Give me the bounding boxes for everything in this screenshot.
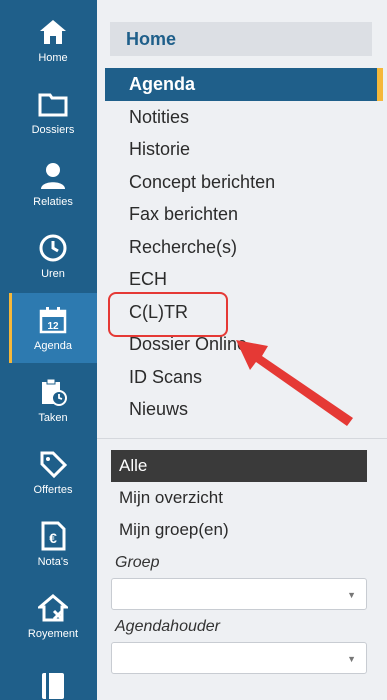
nav-item-label: Taken: [38, 412, 68, 424]
chevron-down-icon: ▼: [347, 654, 356, 664]
book-icon: [37, 670, 69, 700]
tag-icon: [37, 448, 69, 480]
svg-text:€: €: [49, 530, 57, 546]
main-nav-rail: Home Dossiers Relaties Uren 12 Agenda Ta…: [0, 0, 97, 700]
nav-item-royement[interactable]: Royement: [9, 581, 97, 651]
nav-item-agenda[interactable]: 12 Agenda: [9, 293, 97, 363]
nav-item-dossiers[interactable]: Dossiers: [9, 77, 97, 147]
menu-item-fax-berichten[interactable]: Fax berichten: [105, 198, 383, 231]
groep-select[interactable]: ▼: [111, 578, 367, 610]
svg-text:12: 12: [47, 321, 59, 332]
menu-item-ech[interactable]: ECH: [105, 263, 383, 296]
home-icon: [37, 16, 69, 48]
chevron-down-icon: ▼: [347, 590, 356, 600]
nav-item-notas[interactable]: € Nota's: [9, 509, 97, 579]
nav-item-label: Agenda: [34, 340, 72, 352]
house-x-icon: [37, 592, 69, 624]
nav-item-book[interactable]: [9, 653, 97, 700]
folder-icon: [37, 88, 69, 120]
nav-item-label: Royement: [27, 628, 79, 640]
nav-item-label: Offertes: [33, 484, 73, 496]
menu-item-concept-berichten[interactable]: Concept berichten: [105, 166, 383, 199]
filter-item-mijn-groepen[interactable]: Mijn groep(en): [111, 514, 367, 546]
calendar-icon: 12: [37, 304, 69, 336]
nav-item-uren[interactable]: Uren: [9, 221, 97, 291]
nav-item-label: Uren: [41, 268, 65, 280]
euro-document-icon: €: [37, 520, 69, 552]
home-menu: Agenda Notities Historie Concept bericht…: [105, 68, 383, 426]
menu-item-agenda[interactable]: Agenda: [105, 68, 383, 101]
section-divider: [97, 438, 387, 439]
clipboard-clock-icon: [37, 376, 69, 408]
person-icon: [37, 160, 69, 192]
panel-header[interactable]: Home: [110, 22, 372, 56]
groep-label: Groep: [115, 554, 160, 571]
nav-item-label: Home: [38, 52, 68, 64]
menu-item-nieuws[interactable]: Nieuws: [105, 393, 383, 426]
annotation-highlight-box: [108, 292, 228, 337]
agendahouder-label: Agendahouder: [115, 618, 220, 635]
agendahouder-select[interactable]: ▼: [111, 642, 367, 674]
nav-item-taken[interactable]: Taken: [9, 365, 97, 435]
home-panel: Home Agenda Notities Historie Concept be…: [97, 0, 387, 700]
nav-item-home[interactable]: Home: [9, 5, 97, 75]
filter-item-mijn-overzicht[interactable]: Mijn overzicht: [111, 482, 367, 514]
nav-item-label: Relaties: [33, 196, 73, 208]
agenda-filter: Alle Mijn overzicht Mijn groep(en) Groep…: [111, 450, 367, 674]
nav-item-label: Dossiers: [31, 124, 75, 136]
clock-icon: [37, 232, 69, 264]
filter-item-alle[interactable]: Alle: [111, 450, 367, 482]
menu-item-id-scans[interactable]: ID Scans: [105, 361, 383, 394]
nav-item-offertes[interactable]: Offertes: [9, 437, 97, 507]
nav-item-relaties[interactable]: Relaties: [9, 149, 97, 219]
menu-item-recherches[interactable]: Recherche(s): [105, 231, 383, 264]
menu-item-notities[interactable]: Notities: [105, 101, 383, 134]
menu-item-historie[interactable]: Historie: [105, 133, 383, 166]
nav-item-label: Nota's: [37, 556, 69, 568]
